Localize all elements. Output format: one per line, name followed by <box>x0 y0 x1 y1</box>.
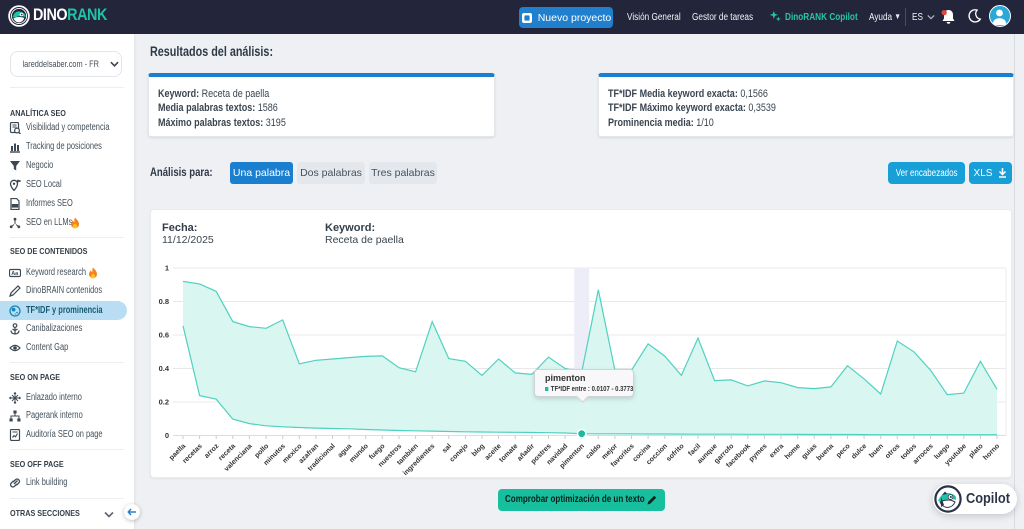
svg-text:sofrito: sofrito <box>665 443 685 463</box>
svg-text:mundo: mundo <box>348 443 369 464</box>
svg-text:0.4: 0.4 <box>159 364 170 373</box>
svg-text:conejo: conejo <box>449 443 470 464</box>
svg-text:pymes: pymes <box>748 443 769 464</box>
svg-text:Aa: Aa <box>11 270 19 276</box>
svg-text:extra: extra <box>768 443 785 460</box>
svg-text:home: home <box>784 443 802 461</box>
svg-text:0: 0 <box>165 431 169 440</box>
svg-text:tomate: tomate <box>498 443 519 464</box>
svg-text:0.6: 0.6 <box>159 331 169 340</box>
svg-text:0.2: 0.2 <box>159 398 169 407</box>
svg-text:buen: buen <box>868 443 885 460</box>
svg-text:dulce: dulce <box>850 443 868 461</box>
svg-text:sal: sal <box>441 443 453 455</box>
svg-text:otros: otros <box>884 443 901 460</box>
svg-text:caldo: caldo <box>585 443 603 461</box>
svg-text:1: 1 <box>165 264 169 273</box>
svg-text:peco: peco <box>835 443 852 460</box>
svg-text:horno: horno <box>982 443 1001 462</box>
svg-text:0.8: 0.8 <box>159 297 169 306</box>
svg-text:buena: buena <box>816 443 836 463</box>
